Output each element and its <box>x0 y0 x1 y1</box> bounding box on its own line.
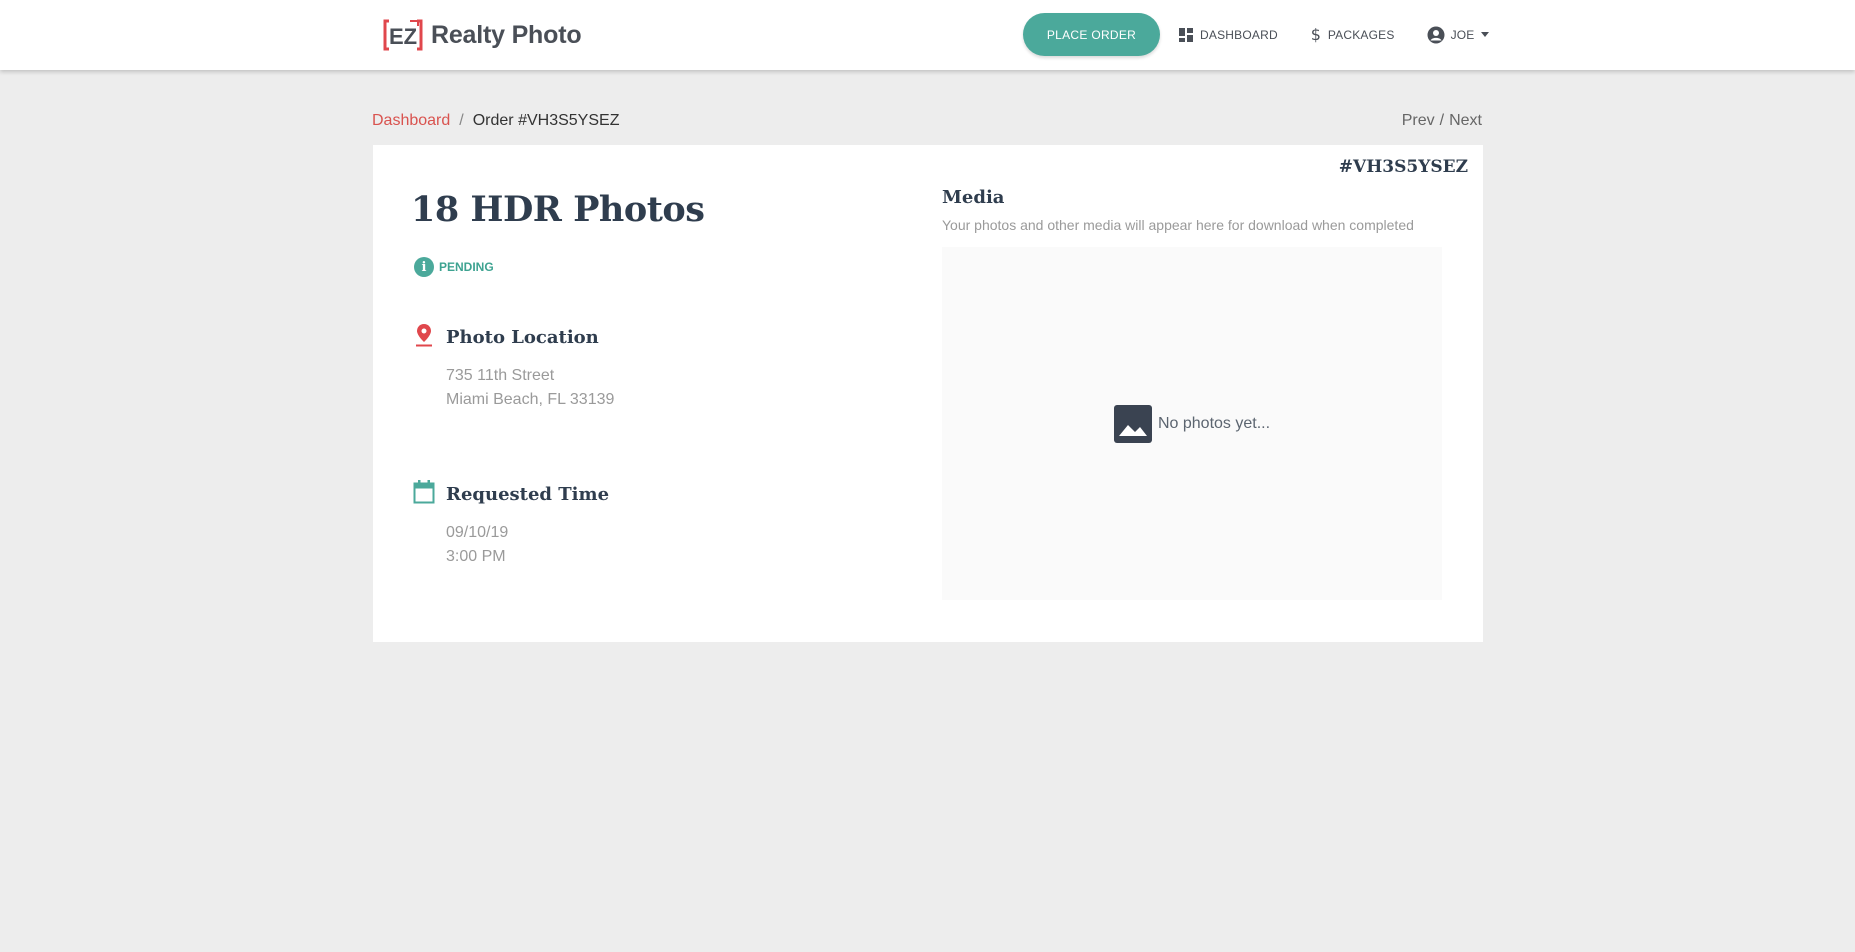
status-badge: i PENDING <box>414 257 494 277</box>
requested-hour: 3:00 PM <box>446 548 506 565</box>
breadcrumb-dashboard-link[interactable]: Dashboard <box>372 112 450 130</box>
order-title: 18 HDR Photos <box>411 189 705 230</box>
nav-dashboard-label: DASHBOARD <box>1200 27 1278 42</box>
image-icon <box>1113 404 1152 443</box>
info-icon: i <box>414 257 434 277</box>
no-photos-text: No photos yet... <box>1157 414 1271 432</box>
svg-text:EZ: EZ <box>389 24 417 49</box>
brand[interactable]: EZ Realty Photo <box>383 18 582 52</box>
order-pager: Prev / Next <box>1402 112 1482 130</box>
address-line-1: 735 11th Street <box>446 367 555 384</box>
nav-packages-label: PACKAGES <box>1327 27 1395 42</box>
media-empty-state: No photos yet... <box>942 247 1442 600</box>
breadcrumb-current: Order #VH3S5YSEZ <box>472 112 620 129</box>
next-link[interactable]: Next <box>1449 112 1482 130</box>
media-heading: Media <box>942 187 1005 208</box>
pager-separator: / <box>1439 112 1445 129</box>
account-circle-icon <box>1427 26 1445 43</box>
media-subtitle: Your photos and other media will appear … <box>942 217 1414 233</box>
prev-link[interactable]: Prev <box>1402 112 1435 130</box>
calendar-icon <box>413 480 435 504</box>
nav-packages[interactable]: $ PACKAGES <box>1310 26 1395 43</box>
order-id: #VH3S5YSEZ <box>1338 157 1468 177</box>
ez-logo-icon: EZ <box>383 19 423 51</box>
nav-dashboard[interactable]: DASHBOARD <box>1178 27 1278 43</box>
map-pin-icon <box>416 324 432 347</box>
brand-name: Realty Photo <box>431 20 582 49</box>
requested-time-heading: Requested Time <box>446 484 610 505</box>
breadcrumb: Dashboard / Order #VH3S5YSEZ <box>372 112 619 130</box>
user-name: JOE <box>1450 27 1475 42</box>
caret-down-icon <box>1480 32 1489 37</box>
photo-location-heading: Photo Location <box>446 327 599 348</box>
main-nav: PLACE ORDER DASHBOARD $ PACKAGES JOE <box>1023 13 1489 56</box>
place-order-button[interactable]: PLACE ORDER <box>1023 13 1160 56</box>
order-card: #VH3S5YSEZ 18 HDR Photos i PENDING Photo… <box>373 145 1483 642</box>
status-text: PENDING <box>439 260 494 274</box>
breadcrumb-separator: / <box>459 112 464 129</box>
requested-date: 09/10/19 <box>446 524 509 541</box>
address-line-2: Miami Beach, FL 33139 <box>446 391 615 408</box>
svg-text:$: $ <box>1311 26 1321 43</box>
dollar-icon: $ <box>1311 26 1321 43</box>
dashboard-icon <box>1179 27 1193 42</box>
user-menu[interactable]: JOE <box>1427 26 1489 44</box>
top-navbar: EZ Realty Photo PLACE ORDER DASHBOARD $ … <box>0 0 1855 70</box>
